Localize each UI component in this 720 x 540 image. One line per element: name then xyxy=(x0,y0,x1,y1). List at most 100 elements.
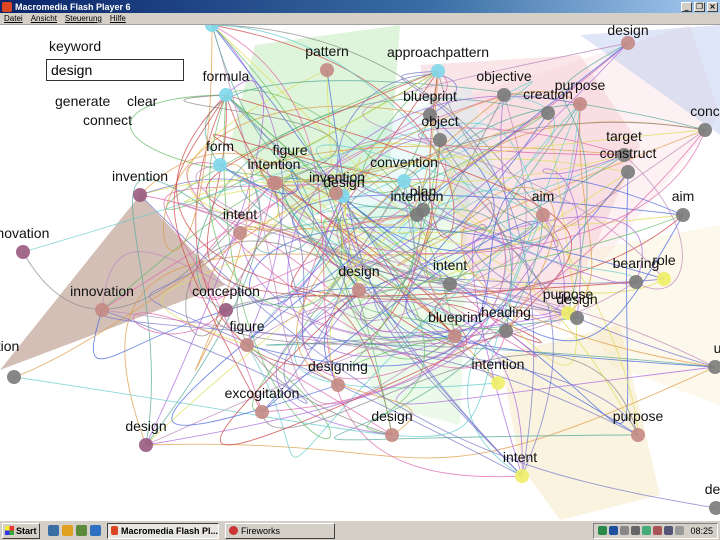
keyword-node-dot[interactable] xyxy=(213,158,227,172)
desktop-icon[interactable] xyxy=(76,525,87,536)
start-button[interactable]: Start xyxy=(2,522,40,539)
keyword-node-label[interactable]: invention xyxy=(112,168,168,184)
keyword-node-dot[interactable] xyxy=(698,123,712,137)
keyword-node-label[interactable]: intention xyxy=(391,188,444,204)
keyword-node-label[interactable]: design xyxy=(371,408,412,424)
keyword-node-dot[interactable] xyxy=(219,88,233,102)
keyword-node-label[interactable]: conc xyxy=(690,103,720,119)
tray-network-icon[interactable] xyxy=(598,526,608,535)
keyword-node-dot[interactable] xyxy=(139,438,153,452)
keyword-node-dot[interactable] xyxy=(536,208,550,222)
keyword-node-label[interactable]: intention xyxy=(248,156,301,172)
task-flash-player[interactable]: Macromedia Flash Pl... xyxy=(107,522,219,539)
keyword-node-dot[interactable] xyxy=(541,106,555,120)
keyword-node-dot[interactable] xyxy=(570,311,584,325)
keyword-node-label[interactable]: intent xyxy=(503,449,537,465)
keyword-node-label[interactable]: tion xyxy=(0,338,19,354)
keyword-node-label[interactable]: blueprint xyxy=(403,88,457,104)
keyword-node-label[interactable]: aim xyxy=(672,188,695,204)
keyword-node[interactable]: nnovation xyxy=(0,225,49,259)
keyword-node-dot[interactable] xyxy=(443,277,457,291)
menu-ansicht[interactable]: Ansicht xyxy=(27,14,61,23)
keyword-node-dot[interactable] xyxy=(385,428,399,442)
media-icon[interactable] xyxy=(62,525,73,536)
clear-button[interactable]: clear xyxy=(127,93,157,109)
keyword-node[interactable]: design xyxy=(125,418,167,452)
keyword-node-label[interactable]: role xyxy=(652,252,676,268)
keyword-node-dot[interactable] xyxy=(233,226,247,240)
keyword-node[interactable]: design xyxy=(371,408,413,442)
keyword-node-dot[interactable] xyxy=(267,176,281,190)
keyword-node-label[interactable]: design xyxy=(323,174,364,190)
keyword-node-dot[interactable] xyxy=(657,272,671,286)
flash-stage[interactable]: normaldesignpatternapproachpatternformul… xyxy=(0,25,720,520)
keyword-node-dot[interactable] xyxy=(499,324,513,338)
close-button[interactable]: × xyxy=(707,1,718,12)
keyword-node-label[interactable]: innovation xyxy=(70,283,134,299)
keyword-node[interactable]: des xyxy=(705,481,720,515)
minimize-button[interactable]: _ xyxy=(681,1,692,12)
tray-app4-icon[interactable] xyxy=(675,526,685,535)
keyword-node-dot[interactable] xyxy=(676,208,690,222)
keyword-node-label[interactable]: pattern xyxy=(305,43,349,59)
generate-button[interactable]: generate xyxy=(55,93,110,109)
keyword-node-dot[interactable] xyxy=(629,275,643,289)
keyword-node-label[interactable]: target xyxy=(606,128,642,144)
keyword-node-dot[interactable] xyxy=(448,329,462,343)
browser-icon[interactable] xyxy=(48,525,59,536)
keyword-node[interactable]: invention xyxy=(112,168,168,202)
menu-hilfe[interactable]: Hilfe xyxy=(106,14,130,23)
connect-button[interactable]: connect xyxy=(83,112,132,128)
keyword-node-label[interactable]: us xyxy=(714,340,720,356)
menu-datei[interactable]: Datei xyxy=(0,14,27,23)
keyword-node-label[interactable]: design xyxy=(607,25,648,38)
keyword-node-dot[interactable] xyxy=(491,376,505,390)
keyword-node-label[interactable]: designing xyxy=(308,358,368,374)
keyword-node-label[interactable]: figure xyxy=(229,318,264,334)
keyword-node-dot[interactable] xyxy=(133,188,147,202)
keyword-node-label[interactable]: design xyxy=(556,291,597,307)
keyword-node-label[interactable]: intention xyxy=(472,356,525,372)
keyword-node-dot[interactable] xyxy=(255,405,269,419)
keyword-node-dot[interactable] xyxy=(352,283,366,297)
keyword-node-dot[interactable] xyxy=(497,88,511,102)
keyword-node-dot[interactable] xyxy=(621,165,635,179)
keyword-node-label[interactable]: des xyxy=(705,481,720,497)
tray-app-icon[interactable] xyxy=(642,526,652,535)
keyword-node-label[interactable]: intent xyxy=(433,257,467,273)
keyword-node-dot[interactable] xyxy=(410,208,424,222)
tray-printer-icon[interactable] xyxy=(620,526,630,535)
keyword-node-dot[interactable] xyxy=(631,428,645,442)
restore-button[interactable]: ❐ xyxy=(694,1,705,12)
keyword-node-label[interactable]: form xyxy=(206,138,234,154)
keyword-node-label[interactable]: excogitation xyxy=(225,385,300,401)
keyword-node-label[interactable]: aim xyxy=(532,188,555,204)
keyword-node-label[interactable]: design xyxy=(338,263,379,279)
keyword-node-label[interactable]: convention xyxy=(370,154,438,170)
keyword-node-dot[interactable] xyxy=(573,97,587,111)
keyword-node-label[interactable]: formula xyxy=(203,68,250,84)
keyword-node-dot[interactable] xyxy=(240,338,254,352)
menu-steuerung[interactable]: Steuerung xyxy=(61,14,106,23)
keyword-node-dot[interactable] xyxy=(433,133,447,147)
keyword-node-label[interactable]: blueprint xyxy=(428,309,482,325)
explorer-icon[interactable] xyxy=(90,525,101,536)
keyword-node-label[interactable]: design xyxy=(125,418,166,434)
keyword-node[interactable]: designing xyxy=(308,358,368,392)
tray-volume-icon[interactable] xyxy=(631,526,641,535)
keyword-node-label[interactable]: construct xyxy=(600,145,657,161)
keyword-node-label[interactable]: creation xyxy=(523,86,573,102)
keyword-node-dot[interactable] xyxy=(431,64,445,78)
keyword-node-dot[interactable] xyxy=(621,36,635,50)
tray-app3-icon[interactable] xyxy=(664,526,674,535)
keyword-node-label[interactable]: purpose xyxy=(613,408,664,424)
tray-language-icon[interactable] xyxy=(609,526,619,535)
keyword-node-dot[interactable] xyxy=(331,378,345,392)
keyword-node-dot[interactable] xyxy=(219,303,233,317)
keyword-node-label[interactable]: objective xyxy=(476,68,531,84)
keyword-node-dot[interactable] xyxy=(95,303,109,317)
keyword-node-dot[interactable] xyxy=(320,63,334,77)
keyword-node-dot[interactable] xyxy=(16,245,30,259)
keyword-node-dot[interactable] xyxy=(709,501,720,515)
task-fireworks[interactable]: Fireworks xyxy=(225,522,335,539)
